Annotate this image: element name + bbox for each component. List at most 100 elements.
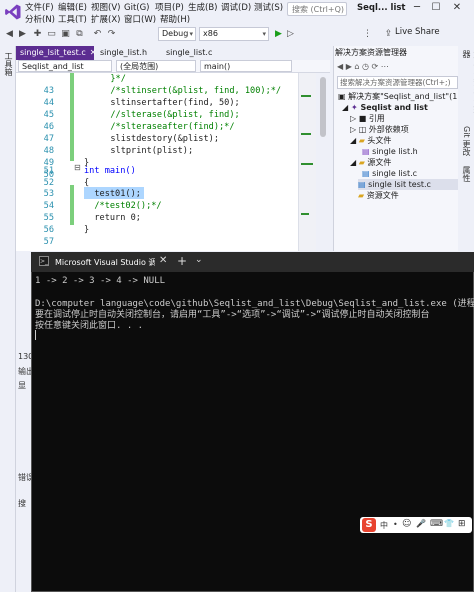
forward-icon[interactable]: ▶ bbox=[17, 29, 28, 40]
line-number: 48 bbox=[43, 146, 54, 156]
code-line: sltinsertafter(find, 50); bbox=[100, 98, 240, 108]
platform-dropdown[interactable]: x86 ▾ bbox=[199, 27, 269, 41]
tab-label: single_list.h bbox=[100, 48, 148, 57]
menu-debug[interactable]: 调试(D) bbox=[221, 2, 251, 14]
properties-side-tab[interactable]: 属性 bbox=[461, 166, 472, 182]
code-line: return 0; bbox=[84, 213, 141, 223]
ime-skin-icon[interactable]: 👕 bbox=[444, 519, 454, 528]
expand-icon[interactable]: ◢ bbox=[350, 158, 359, 167]
menu-git[interactable]: Git(G) bbox=[124, 2, 150, 14]
toolbox-tab[interactable]: 工具箱 bbox=[3, 52, 14, 76]
code-line: /*test02();*/ bbox=[84, 201, 162, 211]
tree-item-single-list-c[interactable]: ▤ single list.c bbox=[362, 168, 458, 179]
git-changes-side-tab[interactable]: Git 更改 bbox=[461, 126, 472, 156]
menu-tools[interactable]: 工具(T) bbox=[58, 14, 87, 26]
menu-analyze[interactable]: 分析(N) bbox=[25, 14, 55, 26]
expand-icon[interactable]: ◢ bbox=[342, 103, 351, 112]
scrollbar-thumb[interactable] bbox=[320, 77, 326, 137]
redo-icon[interactable]: ↷ bbox=[106, 29, 117, 40]
tree-item-resource-files[interactable]: ▰ 资源文件 bbox=[358, 190, 458, 201]
tab-single-list-h[interactable]: single_list.h bbox=[96, 46, 160, 60]
solution-search-input[interactable]: 搜索解决方案资源管理器(Ctrl+;) bbox=[337, 76, 458, 89]
tab-label: single_lsit_test.c bbox=[20, 48, 86, 57]
new-tab-icon[interactable]: + bbox=[177, 254, 187, 268]
header-file-icon: ▤ bbox=[362, 147, 373, 156]
toolbar-extra-icon[interactable]: ⋮ bbox=[362, 29, 373, 40]
solution-explorer-title: 解决方案资源管理器 bbox=[335, 48, 407, 57]
menu-build[interactable]: 生成(B) bbox=[188, 2, 217, 14]
sogou-ime-icon[interactable]: S bbox=[362, 518, 376, 532]
ime-punct-icon[interactable]: • bbox=[393, 520, 398, 529]
tree-item-project[interactable]: ◢ ✦ Seqlist and list bbox=[342, 102, 458, 113]
solution-explorer-side-tab[interactable]: 解决方案资源管理器 bbox=[461, 50, 474, 120]
chevron-down-icon: ▾ bbox=[262, 30, 266, 38]
menu-extensions[interactable]: 扩展(X) bbox=[91, 14, 120, 26]
se-toolbar-icons[interactable]: ◀ ▶ ⌂ ◷ ⟳ ⋯ bbox=[337, 62, 389, 71]
ime-menu-icon[interactable]: ⊞ bbox=[458, 519, 466, 529]
collapse-icon[interactable]: ⊟ bbox=[74, 163, 81, 172]
chevron-down-icon[interactable]: ⌄ bbox=[195, 255, 203, 265]
live-share-icon[interactable]: ⇪ bbox=[383, 29, 394, 40]
maximize-icon[interactable]: ☐ bbox=[427, 1, 445, 15]
save-all-icon[interactable]: ⧉ bbox=[74, 29, 85, 40]
menu-help[interactable]: 帮助(H) bbox=[160, 14, 190, 26]
close-icon[interactable]: ✕ bbox=[448, 1, 466, 15]
back-icon[interactable]: ◀ bbox=[4, 29, 15, 40]
tree-item-single-lsit-test-c[interactable]: ▤ single lsit test.c bbox=[358, 179, 458, 190]
ime-emoji-icon[interactable]: ☺ bbox=[402, 519, 411, 529]
minimize-icon[interactable]: ─ bbox=[408, 1, 426, 15]
right-tool-strip: 解决方案资源管理器 Git 更改 属性 bbox=[458, 46, 474, 251]
menu-edit[interactable]: 编辑(E) bbox=[58, 2, 87, 14]
tree-item-solution[interactable]: ▣ 解决方案"Seqlist_and_list"(1 个项 bbox=[338, 91, 458, 102]
search-input[interactable]: 搜索 (Ctrl+Q) bbox=[287, 2, 347, 16]
function-dropdown[interactable]: main() bbox=[200, 60, 292, 72]
code-line: { bbox=[84, 178, 90, 188]
tab-single-lsit-test[interactable]: single_lsit_test.c ✕ bbox=[16, 46, 96, 60]
menu-window[interactable]: 窗口(W) bbox=[124, 14, 156, 26]
project-value: Seqlist_and_list bbox=[22, 62, 84, 71]
ime-toolbar[interactable]: S 中 • ☺ 🎤 ⌨ 👕 ⊞ bbox=[360, 517, 472, 533]
scope-dropdown[interactable]: (全局范围) bbox=[116, 60, 196, 72]
line-number: 46 bbox=[43, 122, 54, 132]
menu-bar: 文件(F) 编辑(E) 视图(V) Git(G) 项目(P) 生成(B) 调试(… bbox=[0, 0, 474, 28]
tree-item-source-files[interactable]: ◢ ▰ 源文件 bbox=[350, 157, 458, 168]
expand-icon[interactable]: ◢ bbox=[350, 136, 359, 145]
new-item-icon[interactable]: ✚ bbox=[32, 29, 43, 40]
open-icon[interactable]: ▭ bbox=[46, 29, 57, 40]
start-debug-icon[interactable]: ▶ bbox=[273, 29, 284, 40]
ime-chinese-mode[interactable]: 中 bbox=[380, 520, 388, 531]
undo-icon[interactable]: ↶ bbox=[92, 29, 103, 40]
expand-icon[interactable]: ▷ bbox=[350, 114, 359, 123]
ime-keyboard-icon[interactable]: ⌨ bbox=[430, 519, 443, 529]
menu-project[interactable]: 项目(P) bbox=[155, 2, 184, 14]
menu-test[interactable]: 测试(S) bbox=[254, 2, 283, 14]
minimap-mark bbox=[301, 95, 311, 97]
tree-item-single-list-h[interactable]: ▤ single list.h bbox=[362, 146, 458, 157]
tree-item-header-files[interactable]: ◢ ▰ 头文件 bbox=[350, 135, 458, 146]
config-dropdown[interactable]: Debug ▾ bbox=[158, 27, 196, 41]
tree-item-external-deps[interactable]: ▷ ◫ 外部依赖项 bbox=[350, 124, 458, 135]
console-title-bar: >_ Microsoft Visual Studio 调试控 ✕ + ⌄ bbox=[31, 252, 474, 272]
tab-single-list-c[interactable]: single_list.c bbox=[162, 46, 222, 60]
close-icon[interactable]: ✕ bbox=[159, 255, 167, 266]
folder-icon: ▰ bbox=[358, 191, 367, 200]
function-value: main() bbox=[204, 62, 231, 71]
code-line: /*slteraseafter(find);*/ bbox=[100, 122, 235, 132]
console-tab-title[interactable]: Microsoft Visual Studio 调试控 bbox=[55, 257, 155, 268]
save-icon[interactable]: ▣ bbox=[60, 29, 71, 40]
vertical-scrollbar[interactable] bbox=[316, 73, 330, 251]
menu-view[interactable]: 视图(V) bbox=[91, 2, 120, 14]
run-icon[interactable]: ▷ bbox=[285, 29, 296, 40]
change-marker bbox=[70, 185, 74, 225]
live-share-button[interactable]: Live Share bbox=[395, 27, 440, 37]
code-line: } bbox=[84, 225, 90, 235]
tree-item-references[interactable]: ▷ ■ 引用 bbox=[350, 113, 458, 124]
code-line: /*sltinsert(&plist, find, 100);*/ bbox=[100, 86, 282, 96]
project-dropdown[interactable]: Seqlist_and_list bbox=[18, 60, 112, 72]
code-minimap[interactable] bbox=[298, 73, 316, 251]
expand-icon[interactable]: ▷ bbox=[350, 125, 359, 134]
terminal-icon: >_ bbox=[39, 256, 49, 266]
line-number: 51 bbox=[43, 166, 54, 176]
ime-voice-icon[interactable]: 🎤 bbox=[416, 519, 426, 528]
menu-file[interactable]: 文件(F) bbox=[25, 2, 54, 14]
